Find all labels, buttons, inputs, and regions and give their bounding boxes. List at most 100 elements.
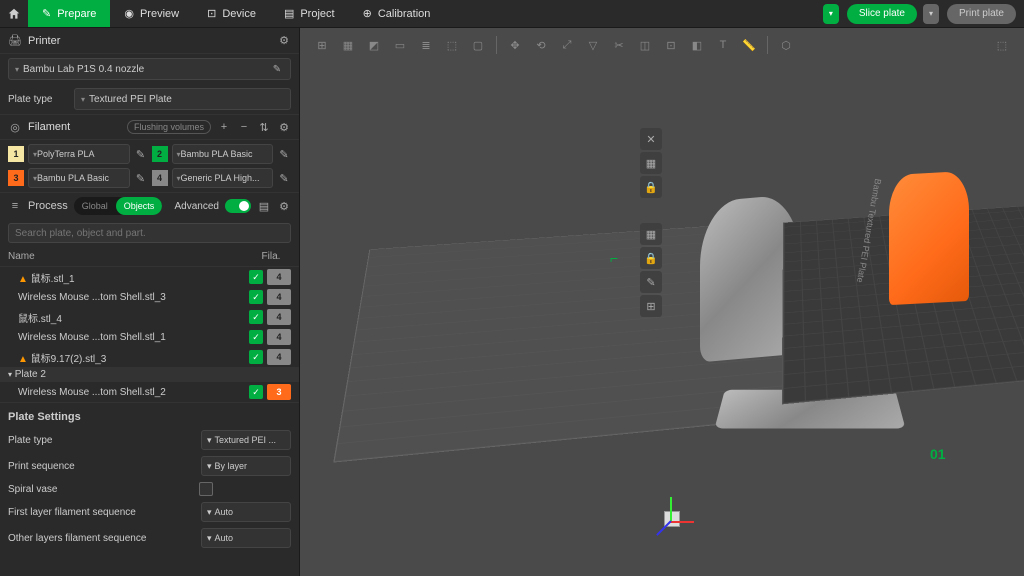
object-visible-checkbox[interactable]: ✓ [249,330,263,344]
print-sequence-dropdown[interactable]: ▾By layer [201,456,291,476]
orient-icon[interactable]: ◩ [362,33,386,57]
add-plate-icon[interactable]: ⊞ [310,33,334,57]
plate-settings-section: Plate Settings Plate type ▾Textured PEI … [0,402,299,555]
list-icon[interactable]: ▤ [257,199,271,213]
support-icon[interactable]: ▢ [466,33,490,57]
other-layers-sequence-dropdown[interactable]: ▾Auto [201,528,291,548]
remove-icon[interactable]: − [237,120,251,134]
layers-icon[interactable]: ≣ [414,33,438,57]
plate-lock-icon[interactable]: 🔒 [640,247,662,269]
process-icon: ≡ [8,199,22,213]
cut-icon[interactable]: ✂ [607,33,631,57]
object-name: Wireless Mouse ...tom Shell.stl_2 [8,387,245,398]
object-filament-badge[interactable]: 4 [267,349,291,365]
object-filament-badge[interactable]: 4 [267,269,291,285]
tab-project[interactable]: ▤ Project [270,0,349,27]
printer-value: Bambu Lab P1S 0.4 nozzle [23,64,144,75]
viewport-toolbar: ⊞ ▦ ◩ ▭ ≣ ⬚ ▢ ✥ ⟲ ⤢ ▽ ✂ ◫ ⊡ ◧ T 📏 ⬡ ⬚ [310,32,1014,58]
object-visible-checkbox[interactable]: ✓ [249,290,263,304]
object-name: ▲ 鼠标.stl_1 [8,270,245,285]
text-icon[interactable]: T [711,33,735,57]
gear-icon[interactable]: ⚙ [277,120,291,134]
object-row[interactable]: Wireless Mouse ...tom Shell.stl_3 ✓ 4 [0,287,299,307]
object-visible-checkbox[interactable]: ✓ [249,270,263,284]
plate-close-icon[interactable]: ✕ [640,128,662,150]
arrange-icon[interactable]: ▦ [336,33,360,57]
gear-icon[interactable]: ⚙ [277,199,291,213]
object-filament-badge[interactable]: 4 [267,329,291,345]
object-filament-badge[interactable]: 4 [267,309,291,325]
paint-support-icon[interactable]: ⊡ [659,33,683,57]
scale-icon[interactable]: ⤢ [555,33,579,57]
print-dropdown-arrow[interactable]: ▾ [923,4,939,24]
filament-item[interactable]: 1 ▾ PolyTerra PLA ✎ [8,144,148,164]
print-plate-button[interactable]: Print plate [947,4,1016,24]
printer-dropdown[interactable]: ▾ Bambu Lab P1S 0.4 nozzle ✎ [8,58,291,80]
edit-icon[interactable]: ✎ [277,147,291,161]
advanced-toggle[interactable] [225,199,251,213]
object-row[interactable]: 鼠标.stl_4 ✓ 4 [0,307,299,327]
plate-group-row[interactable]: ▾ Plate 2 [0,367,299,382]
home-button[interactable] [0,0,28,27]
filament-name-dropdown[interactable]: ▾ PolyTerra PLA [28,144,130,164]
plate-type-setting-dropdown[interactable]: ▾Textured PEI ... [201,430,291,450]
tab-prepare[interactable]: ✎ Prepare [28,0,110,27]
variable-icon[interactable]: ⬚ [440,33,464,57]
object-filament-badge[interactable]: 3 [267,384,291,400]
plate-edit-icon[interactable]: ✎ [640,271,662,293]
object-visible-checkbox[interactable]: ✓ [249,310,263,324]
plate-arrange-icon[interactable]: ⊞ [640,295,662,317]
object-row[interactable]: Wireless Mouse ...tom Shell.stl_1 ✓ 4 [0,327,299,347]
filament-name-dropdown[interactable]: ▾ Bambu PLA Basic [172,144,274,164]
assembly-icon[interactable]: ⬡ [774,33,798,57]
gear-icon[interactable]: ⚙ [277,34,291,48]
edit-icon[interactable]: ✎ [134,147,148,161]
filament-panel-header: ◎ Filament Flushing volumes + − ⇅ ⚙ [0,114,299,140]
measure-icon[interactable]: 📏 [737,33,761,57]
seg-global[interactable]: Global [74,197,116,215]
axis-gizmo[interactable] [650,501,690,541]
printer-title: Printer [28,35,271,47]
object-visible-checkbox[interactable]: ✓ [249,350,263,364]
filament-item[interactable]: 2 ▾ Bambu PLA Basic ✎ [152,144,292,164]
add-icon[interactable]: + [217,120,231,134]
filament-name-dropdown[interactable]: ▾ Bambu PLA Basic [28,168,130,188]
tab-calibration[interactable]: ⊕ Calibration [349,0,445,27]
edit-icon[interactable]: ✎ [270,62,284,76]
sync-icon[interactable]: ⇅ [257,120,271,134]
object-row[interactable]: ▲ 鼠标.stl_1 ✓ 4 [0,267,299,287]
edit-icon[interactable]: ✎ [134,171,148,185]
object-row[interactable]: ▲ 鼠标9.17(2).stl_3 ✓ 4 [0,347,299,367]
plate-settings-icon[interactable]: ▦ [640,152,662,174]
filament-item[interactable]: 4 ▾ Generic PLA High... ✎ [152,168,292,188]
filament-name-dropdown[interactable]: ▾ Generic PLA High... [172,168,274,188]
tab-preview[interactable]: ◉ Preview [110,0,193,27]
slice-plate-button[interactable]: Slice plate [847,4,917,24]
plate-settings-icon[interactable]: ▦ [640,223,662,245]
edit-icon[interactable]: ✎ [277,171,291,185]
filament-swatch: 4 [152,170,168,186]
object-filament-badge[interactable]: 4 [267,289,291,305]
slice-dropdown-arrow[interactable]: ▾ [823,4,839,24]
split-icon[interactable]: ▭ [388,33,412,57]
spiral-vase-checkbox[interactable] [199,482,213,496]
plate-type-dropdown[interactable]: ▾ Textured PEI Plate [74,88,291,110]
search-input[interactable] [8,223,291,243]
flatten-icon[interactable]: ▽ [581,33,605,57]
paint-color-icon[interactable]: ◧ [685,33,709,57]
object-row[interactable]: Wireless Mouse ...tom Shell.stl_2 ✓ 3 [0,382,299,402]
move-icon[interactable]: ✥ [503,33,527,57]
tab-label: Prepare [57,8,96,20]
mesh-icon[interactable]: ◫ [633,33,657,57]
assembly-view-icon[interactable]: ⬚ [990,33,1014,57]
viewport-3d[interactable]: ⊞ ▦ ◩ ▭ ≣ ⬚ ▢ ✥ ⟲ ⤢ ▽ ✂ ◫ ⊡ ◧ T 📏 ⬡ ⬚ ⌐ … [300,28,1024,576]
plate-lock-icon[interactable]: 🔒 [640,176,662,198]
rotate-icon[interactable]: ⟲ [529,33,553,57]
tab-device[interactable]: ⊡ Device [193,0,270,27]
first-layer-sequence-dropdown[interactable]: ▾Auto [201,502,291,522]
seg-objects[interactable]: Objects [116,197,163,215]
flushing-volumes-button[interactable]: Flushing volumes [127,120,211,134]
filament-item[interactable]: 3 ▾ Bambu PLA Basic ✎ [8,168,148,188]
col-fila: Fila. [251,251,291,262]
object-visible-checkbox[interactable]: ✓ [249,385,263,399]
